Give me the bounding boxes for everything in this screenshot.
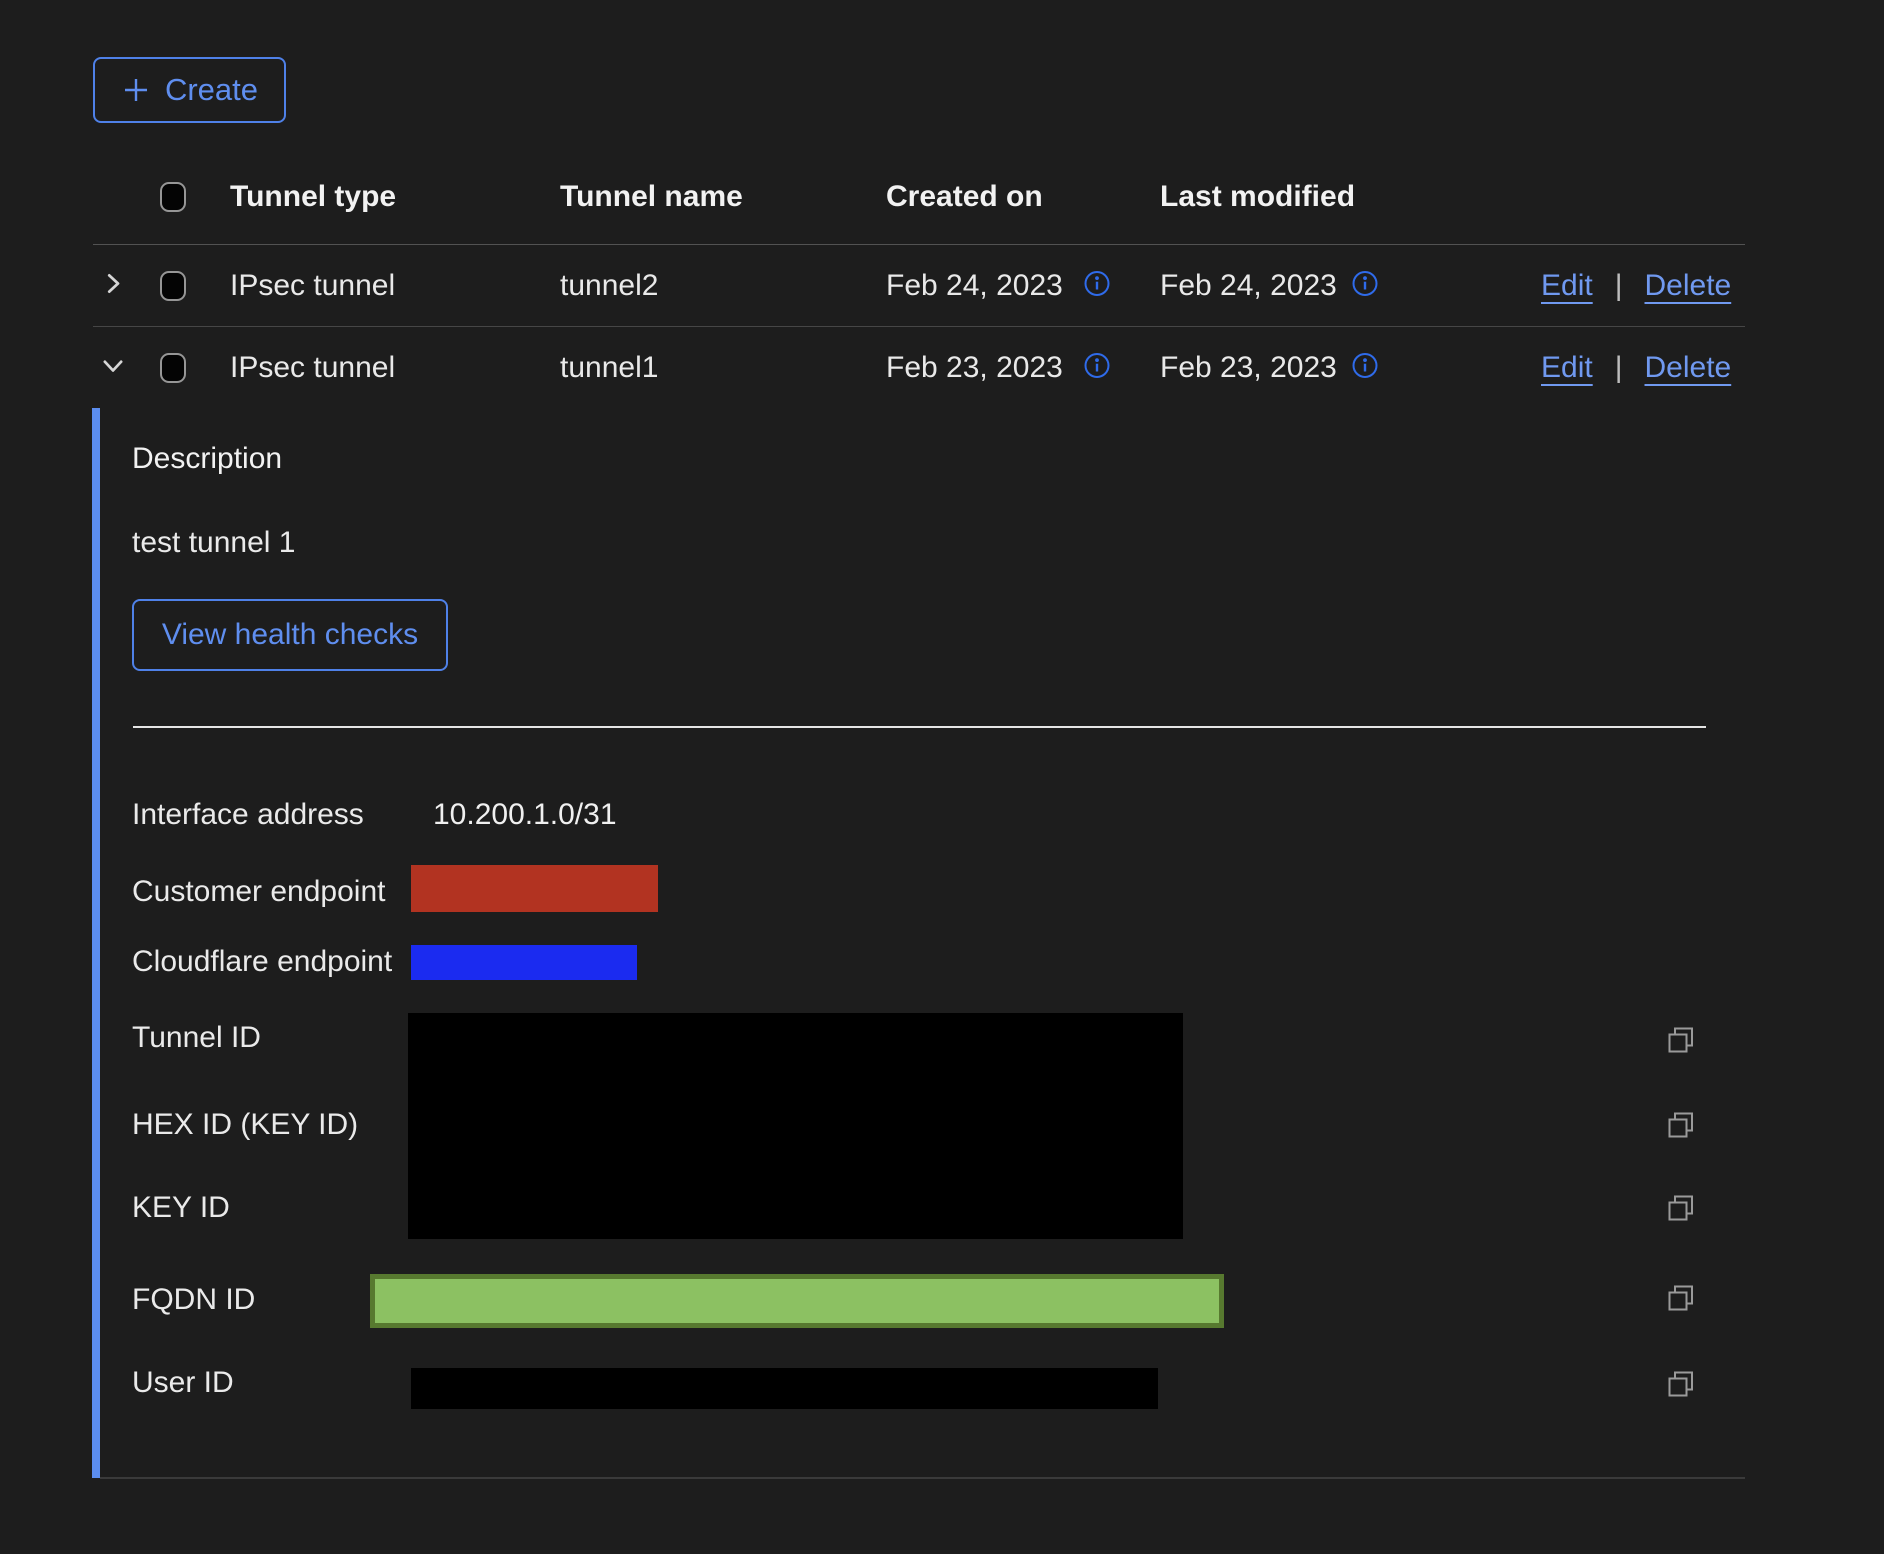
column-header-last-modified: Last modified xyxy=(1160,179,1355,215)
column-header-tunnel-name: Tunnel name xyxy=(560,179,743,215)
interface-address-value: 10.200.1.0/31 xyxy=(433,797,617,833)
interface-address-label: Interface address xyxy=(132,797,364,833)
cell-created-on: Feb 23, 2023 xyxy=(886,350,1063,386)
plus-icon xyxy=(121,75,151,105)
info-icon[interactable] xyxy=(1351,351,1379,384)
cell-last-modified: Feb 23, 2023 xyxy=(1160,350,1337,386)
info-icon[interactable] xyxy=(1351,269,1379,302)
description-label: Description xyxy=(132,441,282,477)
expanded-row-bottom-divider xyxy=(100,1477,1745,1479)
delete-link[interactable]: Delete xyxy=(1645,268,1732,304)
cell-tunnel-type: IPsec tunnel xyxy=(230,268,395,304)
copy-icon[interactable] xyxy=(1666,1369,1696,1402)
row-actions: Edit | Delete xyxy=(1541,268,1731,304)
column-header-tunnel-type: Tunnel type xyxy=(230,179,396,215)
cell-last-modified: Feb 24, 2023 xyxy=(1160,268,1337,304)
description-value: test tunnel 1 xyxy=(132,525,295,561)
cell-tunnel-name: tunnel2 xyxy=(560,268,658,304)
delete-link[interactable]: Delete xyxy=(1645,350,1732,386)
column-header-created-on: Created on xyxy=(886,179,1043,215)
copy-icon[interactable] xyxy=(1666,1110,1696,1143)
actions-separator: | xyxy=(1615,268,1623,304)
select-all-checkbox[interactable] xyxy=(160,182,186,212)
edit-link[interactable]: Edit xyxy=(1541,268,1593,304)
key-id-label: KEY ID xyxy=(132,1190,230,1226)
info-icon[interactable] xyxy=(1083,351,1111,384)
user-id-label: User ID xyxy=(132,1365,234,1401)
customer-endpoint-label: Customer endpoint xyxy=(132,874,385,910)
create-button[interactable]: Create xyxy=(93,57,286,123)
cell-tunnel-type: IPsec tunnel xyxy=(230,350,395,386)
table-header-row: Tunnel type Tunnel name Created on Last … xyxy=(0,150,1884,244)
detail-divider xyxy=(133,726,1706,728)
cell-tunnel-name: tunnel1 xyxy=(560,350,658,386)
chevron-right-icon[interactable] xyxy=(98,268,128,303)
expanded-row-accent-bar xyxy=(92,408,100,1478)
create-button-label: Create xyxy=(165,72,258,108)
table-row: IPsec tunnel tunnel2 Feb 24, 2023 Feb 24… xyxy=(0,245,1884,326)
cell-created-on: Feb 24, 2023 xyxy=(886,268,1063,304)
view-health-checks-label: View health checks xyxy=(162,618,418,652)
tunnels-page: Create Tunnel type Tunnel name Created o… xyxy=(0,0,1884,1554)
row-actions: Edit | Delete xyxy=(1541,350,1731,386)
chevron-down-icon[interactable] xyxy=(98,350,128,385)
table-row: IPsec tunnel tunnel1 Feb 23, 2023 Feb 23… xyxy=(0,327,1884,408)
copy-icon[interactable] xyxy=(1666,1193,1696,1226)
info-icon[interactable] xyxy=(1083,269,1111,302)
hex-id-label: HEX ID (KEY ID) xyxy=(132,1107,358,1143)
ids-redacted-value xyxy=(408,1013,1183,1239)
copy-icon[interactable] xyxy=(1666,1283,1696,1316)
cloudflare-endpoint-redacted-value xyxy=(411,945,637,980)
copy-icon[interactable] xyxy=(1666,1025,1696,1058)
edit-link[interactable]: Edit xyxy=(1541,350,1593,386)
row-checkbox[interactable] xyxy=(160,271,186,301)
customer-endpoint-redacted-value xyxy=(411,865,658,912)
row-checkbox[interactable] xyxy=(160,353,186,383)
user-id-redacted-value xyxy=(411,1368,1158,1409)
view-health-checks-button[interactable]: View health checks xyxy=(132,599,448,671)
actions-separator: | xyxy=(1615,350,1623,386)
cloudflare-endpoint-label: Cloudflare endpoint xyxy=(132,944,392,980)
tunnel-id-label: Tunnel ID xyxy=(132,1020,261,1056)
fqdn-id-label: FQDN ID xyxy=(132,1282,255,1318)
fqdn-id-redacted-value xyxy=(370,1274,1224,1328)
